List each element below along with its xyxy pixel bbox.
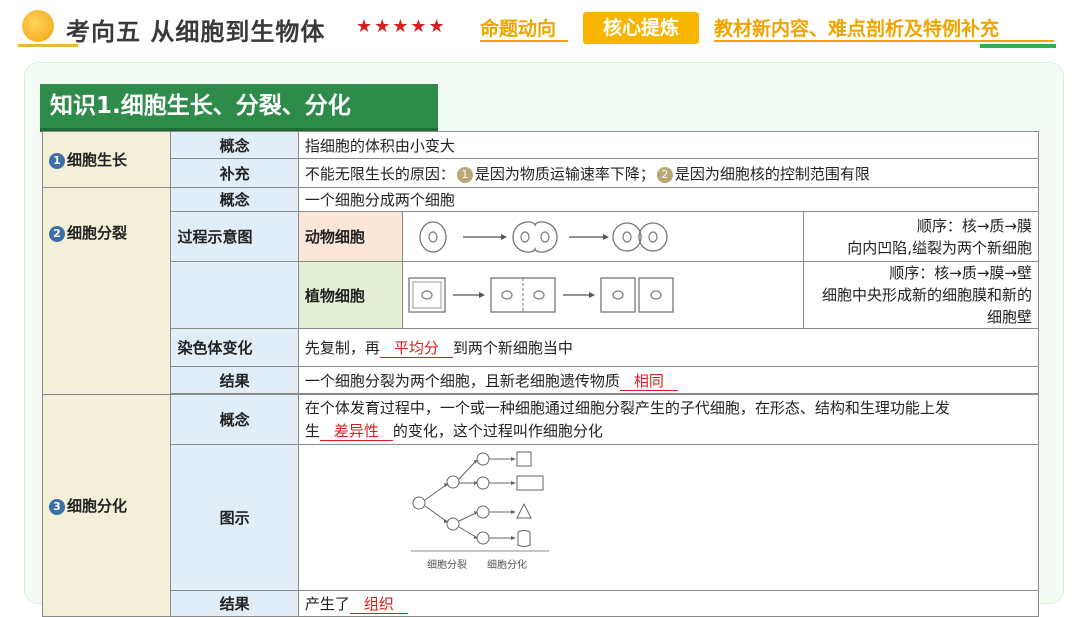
plant-note-process: 细胞中央形成新的细胞膜和新的细胞壁 <box>821 286 1032 326</box>
sub-label: 概念 <box>170 131 299 159</box>
answer-blank: 差异性 <box>319 421 393 441</box>
differentiation-diagram-cell: 细胞分裂 细胞分化 <box>297 444 1040 591</box>
animal-note-process: 向内凹陷,缢裂为两个新细胞 <box>847 238 1032 257</box>
number-badge: 1 <box>49 153 65 169</box>
answer-blank: 相同 <box>619 371 678 391</box>
text-segment: 到两个新细胞当中 <box>452 339 573 357</box>
page-title: 考向五 从细胞到生物体 <box>66 18 326 46</box>
text-segment: 是因为物质运输速率下降； <box>474 164 655 183</box>
category-growth: 1 细胞生长 <box>41 131 172 188</box>
section-title: 知识1.细胞生长、分裂、分化 <box>40 84 438 128</box>
table-row: 补充 不能无限生长的原因： 1 是因为物质运输速率下降； 2 是因为细胞核的控制范围有限 <box>43 158 1040 188</box>
plant-cell-label: 植物细胞 <box>297 261 403 329</box>
sub-label: 结果 <box>170 366 299 394</box>
rating-stars: ★★★★★ <box>356 16 447 37</box>
green-rule <box>980 44 1056 48</box>
tab-trends[interactable]: 命题动向 <box>480 14 556 41</box>
table-row: 结果 一个细胞分裂为两个细胞，且新老细胞遗传物质 相同 <box>43 366 1040 394</box>
animal-cell-label: 动物细胞 <box>297 211 403 262</box>
animal-diagram <box>401 211 804 262</box>
animal-notes: 顺序：核→质→膜 向内凹陷,缢裂为两个新细胞 <box>802 211 1040 262</box>
growth-supplement: 不能无限生长的原因： 1 是因为物质运输速率下降； 2 是因为细胞核的控制范围有限 <box>297 158 1040 188</box>
text-segment: 一个细胞分裂为两个细胞，且新老细胞遗传物质 <box>304 371 620 390</box>
sub-label: 图示 <box>170 444 299 591</box>
table-row: 1 细胞生长 概念 指细胞的体积由小变大 <box>41 131 1040 188</box>
category-label: 细胞分裂 <box>67 224 128 242</box>
number-badge: 1 <box>456 166 473 183</box>
growth-concept: 指细胞的体积由小变大 <box>297 131 1040 159</box>
tab-core[interactable]: 核心提炼 <box>583 12 699 44</box>
animal-division-diagram <box>419 220 668 253</box>
sub-label: 补充 <box>170 158 299 188</box>
category-label: 细胞分化 <box>67 497 128 515</box>
text-segment: 先复制，再 <box>304 339 380 357</box>
number-badge: 2 <box>656 166 673 183</box>
logo-circle-icon <box>22 10 54 42</box>
differentiation-result: 产生了 组织 <box>297 590 1040 617</box>
text-segment: 是因为细胞核的控制范围有限 <box>674 164 870 183</box>
text-segment: 生 <box>304 421 320 440</box>
sub-label: 概念 <box>170 394 299 445</box>
text-segment: 不能无限生长的原因： <box>304 164 455 183</box>
empty-sub <box>170 261 299 329</box>
plant-note-order: 顺序：核→质→膜→壁 <box>889 264 1032 282</box>
differentiation-concept: 在个体发育过程中，一个或一种细胞通过细胞分裂产生的子代细胞，在形态、结构和生理功… <box>297 394 1040 445</box>
table-row: 3 细胞分化 概念 在个体发育过程中，一个或一种细胞通过细胞分裂产生的子代细胞，在… <box>41 394 1040 617</box>
text-segment: 的变化，这个过程叫作细胞分化 <box>392 421 603 440</box>
answer-blank: 组织 <box>349 595 408 614</box>
category-division: 2 细胞分裂 <box>41 187 172 395</box>
plant-division-diagram <box>408 277 674 313</box>
table-row: 图示 细胞分裂 细胞分化 <box>43 444 1040 591</box>
category-label: 细胞生长 <box>67 151 128 169</box>
animal-note-order: 顺序：核→质→膜 <box>916 216 1032 235</box>
table-row: 植物细胞 顺序：核→质→膜→壁 细胞中央形成新的细胞膜和新的细胞壁 <box>43 261 1040 329</box>
differentiation-diagram: 细胞分裂 细胞分化 <box>410 451 549 571</box>
caption-division: 细胞分裂 <box>427 558 467 571</box>
plant-notes: 顺序：核→质→膜→壁 细胞中央形成新的细胞膜和新的细胞壁 <box>802 261 1040 329</box>
knowledge-table: 1 细胞生长 概念 指细胞的体积由小变大 补充 不能无限生长的原因： 1 是因为物质运… <box>41 131 1040 617</box>
answer-blank: 平均分 <box>379 339 453 358</box>
chromosome-text: 先复制，再 平均分 到两个新细胞当中 <box>297 328 1040 367</box>
number-badge: 2 <box>49 226 65 242</box>
top-bar: 考向五 从细胞到生物体 ★★★★★ 命题动向 核心提炼 教材新内容、难点剖析及特… <box>0 0 1080 62</box>
sub-label: 结果 <box>170 590 299 617</box>
tab-trends-underline <box>480 40 568 42</box>
concept-line: 在个体发育过程中，一个或一种细胞通过细胞分裂产生的子代细胞，在形态、结构和生理功… <box>304 398 950 417</box>
sub-label: 概念 <box>170 187 299 212</box>
table-row: 过程示意图 动物细胞 顺序：核→质→膜 向内凹陷,缢裂为两个新细胞 <box>43 211 1040 262</box>
division-concept: 一个细胞分成两个细胞 <box>297 187 1040 212</box>
process-label: 过程示意图 <box>170 211 299 262</box>
concept-line: 生差异性 的变化，这个过程叫作细胞分化 <box>305 420 1032 443</box>
number-badge: 3 <box>49 499 65 515</box>
chromosome-label: 染色体变化 <box>170 328 299 367</box>
division-result: 一个细胞分裂为两个细胞，且新老细胞遗传物质 相同 <box>297 366 1040 394</box>
table-row: 染色体变化 先复制，再 平均分 到两个新细胞当中 <box>43 328 1040 367</box>
text-segment: 产生了 <box>304 595 350 613</box>
caption-differentiation: 细胞分化 <box>487 558 527 571</box>
category-differentiation: 3 细胞分化 <box>41 394 172 617</box>
tab-new-content-underline <box>714 40 1054 42</box>
plant-diagram <box>401 261 804 329</box>
table-row: 2 细胞分裂 概念 一个细胞分成两个细胞 <box>41 187 1040 395</box>
tab-new-content[interactable]: 教材新内容、难点剖析及特例补充 <box>714 14 999 41</box>
table-row: 结果 产生了 组织 <box>43 590 1040 617</box>
